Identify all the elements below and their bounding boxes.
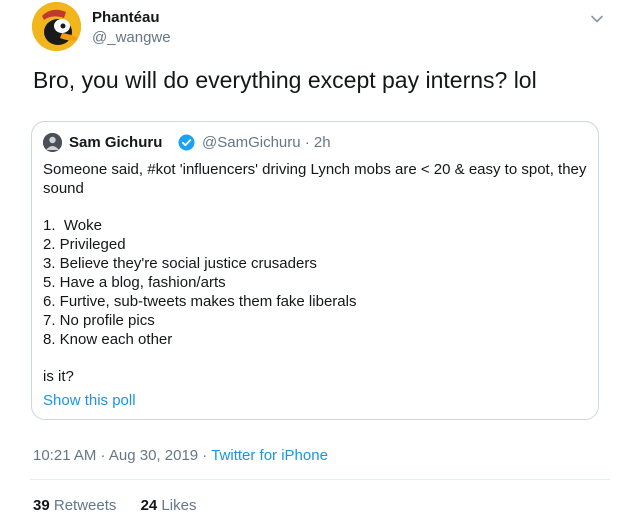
quoted-line: sound <box>43 180 84 197</box>
quoted-tweet[interactable]: Sam Gichuru @SamGichuru · 2h Someone sai… <box>31 121 599 420</box>
verified-badge-icon <box>178 134 195 151</box>
tweet-source-link[interactable]: Twitter for iPhone <box>211 447 328 464</box>
quoted-line-gap <box>43 198 591 216</box>
likes-count: 24 <box>140 497 158 514</box>
retweets-stat[interactable]: 39 Retweets <box>33 497 116 514</box>
quoted-line-gap <box>43 349 591 367</box>
quoted-line: is it? <box>43 368 74 385</box>
quoted-list-item: 2. Privileged <box>43 236 126 253</box>
chevron-down-icon[interactable] <box>588 10 606 28</box>
quoted-author-name[interactable]: Sam Gichuru <box>69 134 162 151</box>
tweet-timestamp[interactable]: 10:21 AM · Aug 30, 2019 · <box>33 447 211 464</box>
quoted-tweet-body: Someone said, #kot 'influencers' driving… <box>43 160 591 386</box>
tweet-stats: 39 Retweets 24 Likes <box>33 497 216 514</box>
divider <box>30 479 610 480</box>
likes-label: Likes <box>161 497 197 514</box>
retweets-label: Retweets <box>53 497 117 514</box>
tweet-text: Bro, you will do everything except pay i… <box>33 67 537 93</box>
show-poll-link[interactable]: Show this poll <box>43 392 136 409</box>
quoted-list-item: 7. No profile pics <box>43 312 155 329</box>
likes-stat[interactable]: 24 Likes <box>141 497 197 514</box>
retweets-count: 39 <box>33 497 50 514</box>
quoted-list-item: 5. Have a blog, fashion/arts <box>43 274 226 291</box>
quoted-list-item: 6. Furtive, sub-tweets makes them fake l… <box>43 293 357 310</box>
tweet-meta: 10:21 AM · Aug 30, 2019 · Twitter for iP… <box>33 447 328 464</box>
quoted-list-item: 8. Know each other <box>43 331 173 348</box>
quoted-line: Someone said, #kot 'influencers' driving… <box>43 161 587 178</box>
quoted-author-handle[interactable]: @SamGichuru · 2h <box>202 134 331 151</box>
tweet-header: Phantéau @_wangwe <box>30 0 610 60</box>
quoted-list-item: 1. Woke <box>43 217 102 234</box>
author-handle[interactable]: @_wangwe <box>92 29 171 46</box>
quoted-list-item: 3. Believe they're social justice crusad… <box>43 255 317 272</box>
author-avatar[interactable] <box>32 2 81 51</box>
author-name[interactable]: Phantéau <box>92 9 160 26</box>
quoted-author-avatar[interactable] <box>43 133 62 152</box>
